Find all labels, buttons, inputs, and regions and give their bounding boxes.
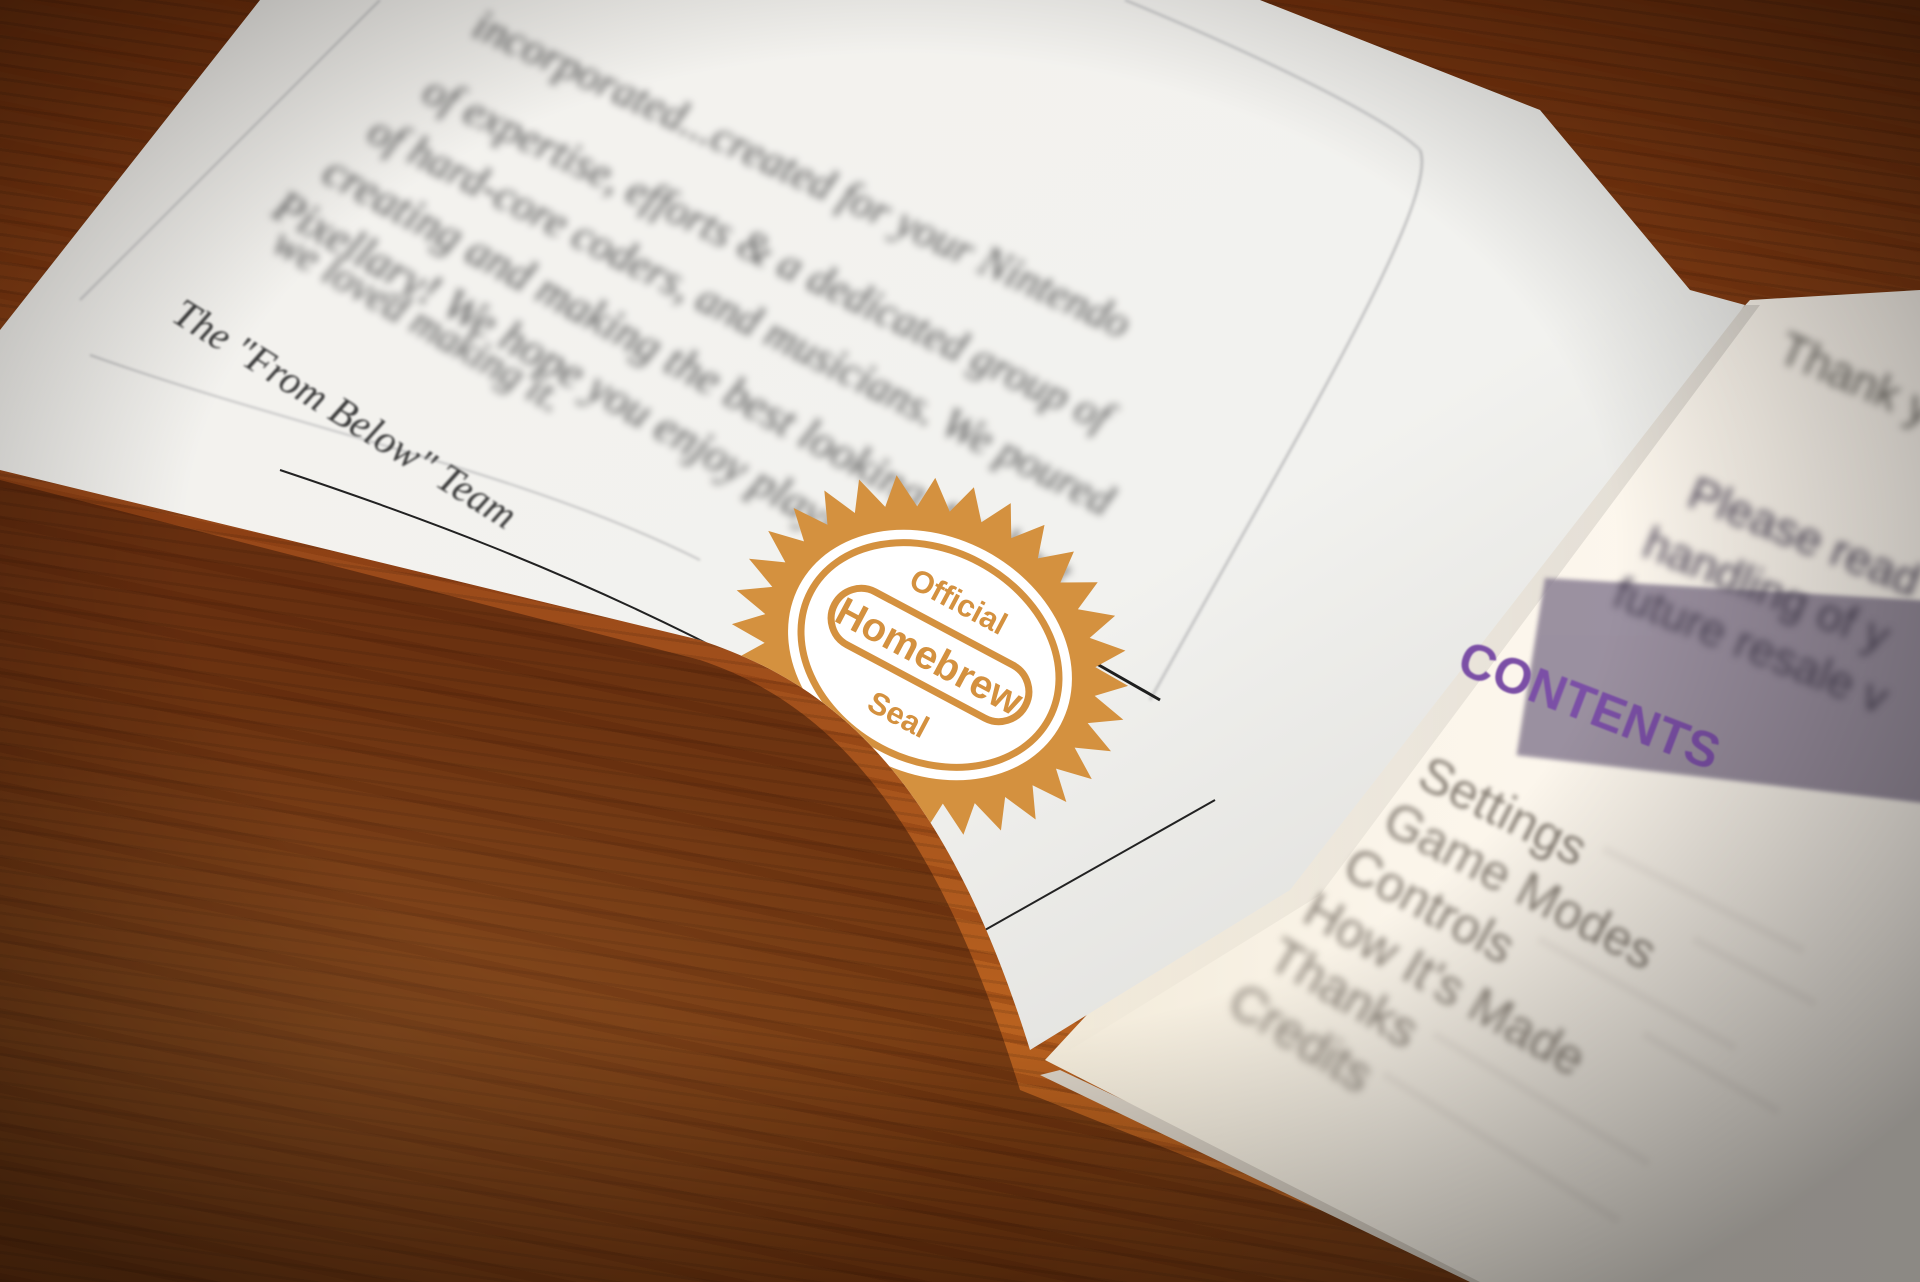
booklet: incorporated...created for your Nintendo…: [0, 0, 1920, 1282]
